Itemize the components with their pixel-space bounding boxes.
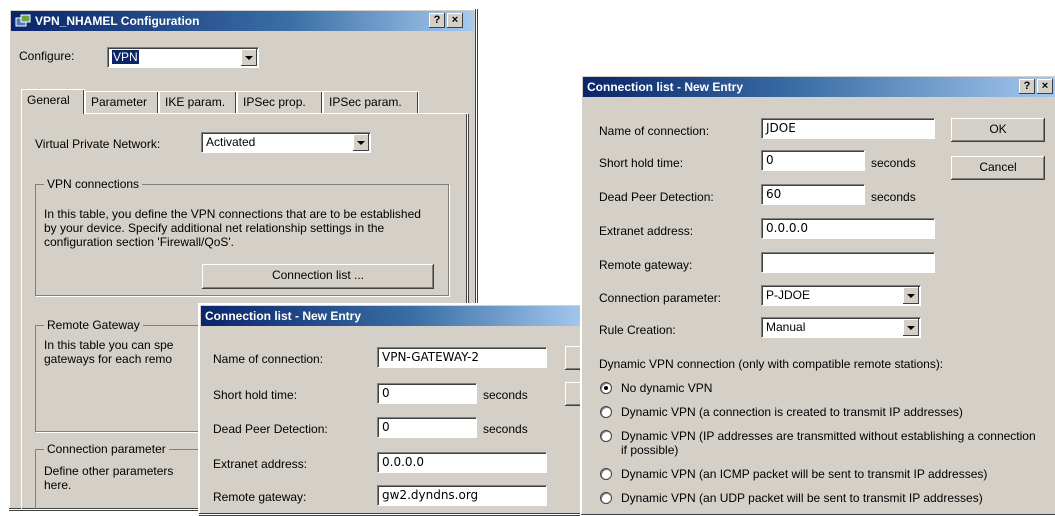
name-label: Name of connection: xyxy=(213,352,324,366)
vpn-connections-title: VPN connections xyxy=(44,177,143,191)
cancel-button[interactable]: Cancel xyxy=(951,156,1045,180)
connection-parameter-value: P-JDOE xyxy=(766,288,811,302)
connection-entry-window-3: Connection list - New Entry ? × Name of … xyxy=(580,74,1055,516)
dpd-field[interactable]: 60 xyxy=(761,184,865,205)
configure-value: VPN xyxy=(112,50,139,64)
rule-creation-value: Manual xyxy=(766,320,806,334)
remote-gateway-title: Remote Gateway xyxy=(44,318,143,332)
name-field[interactable]: VPN-GATEWAY-2 xyxy=(377,347,547,368)
connection-parameter-label: Connection parameter: xyxy=(599,291,722,305)
tab-ipsec-param[interactable]: IPSec param. xyxy=(323,91,419,113)
chevron-down-icon[interactable] xyxy=(903,287,919,304)
radio-no-dynamic-vpn[interactable] xyxy=(600,382,612,394)
vpn-value: Activated xyxy=(206,135,256,149)
connection-parameter-text: Define other parameters here. xyxy=(44,464,174,492)
radio-label: Dynamic VPN (IP addresses are transmitte… xyxy=(621,429,1036,457)
chevron-down-icon[interactable] xyxy=(903,319,919,336)
dpd-label: Dead Peer Detection: xyxy=(213,422,328,436)
radio-dynamic-vpn-icmp[interactable] xyxy=(600,468,612,480)
help-button[interactable]: ? xyxy=(429,13,445,28)
short-hold-field[interactable]: 0 xyxy=(377,383,477,404)
remote-gateway-text: In this table you can spe gateways for e… xyxy=(44,338,174,366)
connection-parameter-select[interactable]: P-JDOE xyxy=(761,285,921,306)
remote-gateway-label: Remote gateway: xyxy=(599,258,693,272)
extranet-label: Extranet address: xyxy=(599,224,694,238)
radio-label: Dynamic VPN (an UDP packet will be sent … xyxy=(621,491,983,505)
dpd-label: Dead Peer Detection: xyxy=(599,190,714,204)
dynamic-vpn-heading: Dynamic VPN connection (only with compat… xyxy=(599,357,944,371)
radio-label: Dynamic VPN (a connection is created to … xyxy=(621,405,963,419)
extranet-field[interactable]: 0.0.0.0 xyxy=(377,452,547,473)
extranet-field[interactable]: 0.0.0.0 xyxy=(761,218,935,239)
vpn-connections-group: VPN connections In this table, you defin… xyxy=(35,177,449,296)
help-button[interactable]: ? xyxy=(1019,79,1035,94)
name-label: Name of connection: xyxy=(599,124,710,138)
configure-label: Configure: xyxy=(19,49,75,63)
short-hold-label: Short hold time: xyxy=(213,388,298,402)
vpn-connections-text: In this table, you define the VPN connec… xyxy=(44,207,421,249)
vpn-select[interactable]: Activated xyxy=(201,132,371,153)
tab-ipsec-prop[interactable]: IPSec prop. xyxy=(237,91,323,113)
close-button[interactable]: × xyxy=(1037,79,1053,94)
chevron-down-icon[interactable] xyxy=(353,134,369,151)
title-bar[interactable]: Connection list - New Entry xyxy=(201,306,587,326)
window-title: Connection list - New Entry xyxy=(205,309,362,323)
radio-label: No dynamic VPN xyxy=(621,381,713,395)
title-bar[interactable]: VPN_NHAMEL Configuration ? × xyxy=(11,11,474,31)
close-button[interactable]: × xyxy=(447,13,463,28)
short-hold-unit: seconds xyxy=(483,388,528,402)
title-bar[interactable]: Connection list - New Entry ? × xyxy=(583,77,1055,97)
configure-select[interactable]: VPN xyxy=(107,47,259,68)
radio-dynamic-vpn-no-connection[interactable] xyxy=(600,430,612,442)
dpd-field[interactable]: 0 xyxy=(377,417,477,438)
connection-entry-window-2: Connection list - New Entry Name of conn… xyxy=(198,303,590,515)
connection-parameter-title: Connection parameter xyxy=(44,442,169,456)
short-hold-label: Short hold time: xyxy=(599,156,684,170)
radio-label: Dynamic VPN (an ICMP packet will be sent… xyxy=(621,467,988,481)
window-title: Connection list - New Entry xyxy=(587,80,744,94)
rule-creation-label: Rule Creation: xyxy=(599,323,676,337)
window-title: VPN_NHAMEL Configuration xyxy=(35,14,200,28)
vpn-label: Virtual Private Network: xyxy=(35,137,161,151)
name-field[interactable]: JDOE xyxy=(761,118,935,139)
rule-creation-select[interactable]: Manual xyxy=(761,317,921,338)
app-icon xyxy=(15,14,31,27)
connection-list-button[interactable]: Connection list ... xyxy=(202,264,434,289)
tab-ike-param[interactable]: IKE param. xyxy=(159,91,237,113)
short-hold-field[interactable]: 0 xyxy=(761,150,865,171)
radio-dynamic-vpn-udp[interactable] xyxy=(600,492,612,504)
short-hold-unit: seconds xyxy=(871,156,916,170)
extranet-label: Extranet address: xyxy=(213,457,308,471)
remote-gateway-field[interactable] xyxy=(761,252,935,273)
radio-dynamic-vpn-connection[interactable] xyxy=(600,406,612,418)
dpd-unit: seconds xyxy=(871,190,916,204)
tab-general[interactable]: General xyxy=(21,89,85,114)
tab-parameter[interactable]: Parameter xyxy=(85,91,159,113)
dpd-unit: seconds xyxy=(483,422,528,436)
ok-button[interactable]: OK xyxy=(951,118,1045,142)
chevron-down-icon[interactable] xyxy=(241,49,257,66)
remote-gateway-field[interactable]: gw2.dyndns.org xyxy=(377,485,547,506)
